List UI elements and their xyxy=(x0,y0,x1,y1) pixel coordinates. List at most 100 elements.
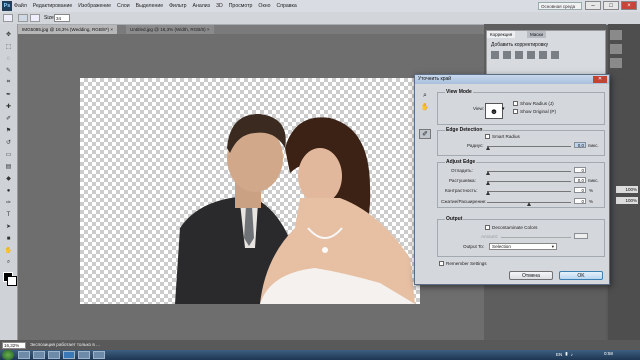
network-icon[interactable]: ▮ xyxy=(565,351,567,357)
refine-radius-brush-icon[interactable]: ✐ xyxy=(419,129,431,139)
panel-collapse-button[interactable] xyxy=(610,30,622,40)
panel-button[interactable] xyxy=(610,44,622,54)
pen-tool-icon[interactable]: ✑ xyxy=(3,198,14,207)
menu-edit[interactable]: Редактирование xyxy=(33,3,73,9)
panel-button[interactable] xyxy=(610,58,622,68)
move-tool-icon[interactable]: ✥ xyxy=(3,30,14,39)
eyedropper-tool-icon[interactable]: ✒ xyxy=(3,90,14,99)
vibrance-icon[interactable] xyxy=(539,51,547,59)
feather-slider-track[interactable] xyxy=(487,181,571,182)
view-mode-thumbnail[interactable]: ☻ xyxy=(485,103,503,119)
zoom-tool-icon[interactable]: ⌕ xyxy=(3,258,14,267)
show-original-checkbox[interactable] xyxy=(513,109,518,114)
radius-input[interactable]: 0,0 xyxy=(574,142,586,148)
document-tab[interactable]: Untitled.jpg @ 16,3% (Width, RGB/8) × xyxy=(126,25,214,34)
menu-image[interactable]: Изображение xyxy=(78,3,111,9)
healing-tool-icon[interactable]: ✚ xyxy=(3,102,14,111)
size-input[interactable]: 34 xyxy=(54,14,70,22)
photoshop-logo: Ps xyxy=(2,1,12,11)
ok-button[interactable]: OK xyxy=(559,271,603,280)
maximize-button[interactable]: □ xyxy=(603,1,619,10)
browser-taskbar-icon[interactable] xyxy=(33,351,45,359)
history-brush-tool-icon[interactable]: ↺ xyxy=(3,138,14,147)
decontaminate-checkbox[interactable] xyxy=(485,225,490,230)
tool-preset-button[interactable] xyxy=(3,14,13,22)
background-color-swatch[interactable] xyxy=(7,276,17,286)
hand-icon[interactable]: ✋ xyxy=(419,103,431,113)
explorer-taskbar-icon[interactable] xyxy=(18,351,30,359)
hand-tool-icon[interactable]: ✋ xyxy=(3,246,14,255)
contrast-slider-knob[interactable] xyxy=(486,191,490,195)
quick-select-tool-icon[interactable]: ✎ xyxy=(3,66,14,75)
contrast-input[interactable]: 0 xyxy=(574,187,586,193)
dialog-close-icon[interactable]: ✕ xyxy=(593,76,607,83)
curves-icon[interactable] xyxy=(515,51,523,59)
smooth-input[interactable]: 0 xyxy=(574,167,586,173)
menu-select[interactable]: Выделение xyxy=(136,3,164,9)
hue-icon[interactable] xyxy=(551,51,559,59)
remember-settings-label: Remember Settings xyxy=(446,261,487,266)
volume-icon[interactable]: ♪ xyxy=(571,352,573,357)
document-tab-active[interactable]: IMG5085.jpg @ 16,3% (Wedding, RGB/8*) × xyxy=(18,25,118,34)
opacity-field[interactable]: 100% xyxy=(616,186,638,193)
smooth-slider-track[interactable] xyxy=(487,171,571,172)
path-select-tool-icon[interactable]: ➤ xyxy=(3,222,14,231)
toolbox: ✥ ⬚ ◌ ✎ ⌗ ✒ ✚ ✐ ⚑ ↺ ▭ ▤ ◆ ● ✑ T ➤ ■ ✋ ⌕ xyxy=(0,24,18,340)
zoom-level-field[interactable]: 16,32% xyxy=(2,342,26,349)
tab-adjustments[interactable]: Коррекция xyxy=(487,31,516,38)
eraser-tool-icon[interactable]: ▭ xyxy=(3,150,14,159)
zoom-icon[interactable]: ⌕ xyxy=(419,91,431,101)
contrast-slider-track[interactable] xyxy=(487,191,571,192)
menu-help[interactable]: Справка xyxy=(276,3,296,9)
dodge-tool-icon[interactable]: ● xyxy=(3,186,14,195)
close-button[interactable]: × xyxy=(621,1,637,10)
gradient-tool-icon[interactable]: ▤ xyxy=(3,162,14,171)
document-image[interactable] xyxy=(80,78,420,304)
show-radius-checkbox[interactable] xyxy=(513,101,518,106)
menu-view[interactable]: Просмотр xyxy=(229,3,253,9)
shift-edge-input[interactable]: 0 xyxy=(574,198,586,204)
app-taskbar-icon[interactable] xyxy=(78,351,90,359)
radius-slider-track[interactable] xyxy=(487,146,571,147)
feather-input[interactable]: 0,0 xyxy=(574,177,586,183)
brightness-icon[interactable] xyxy=(491,51,499,59)
brush-tool-icon[interactable]: ✐ xyxy=(3,114,14,123)
smart-radius-checkbox[interactable] xyxy=(485,134,490,139)
chevron-down-icon[interactable]: ▾ xyxy=(502,106,506,112)
media-taskbar-icon[interactable] xyxy=(48,351,60,359)
language-indicator[interactable]: EN xyxy=(556,352,562,357)
radius-slider-knob[interactable] xyxy=(486,146,490,150)
app-taskbar-icon[interactable] xyxy=(93,351,105,359)
brush-mode-button[interactable] xyxy=(18,14,28,22)
levels-icon[interactable] xyxy=(503,51,511,59)
menu-file[interactable]: Файл xyxy=(14,3,27,9)
fill-field[interactable]: 100% xyxy=(616,197,638,204)
workspace-switcher[interactable]: Основная среда xyxy=(538,2,582,10)
photoshop-taskbar-icon[interactable] xyxy=(63,351,75,359)
marquee-tool-icon[interactable]: ⬚ xyxy=(3,42,14,51)
menu-analysis[interactable]: Анализ xyxy=(193,3,211,9)
cancel-button[interactable]: Отмена xyxy=(509,271,553,280)
brush-mode-button-alt[interactable] xyxy=(30,14,40,22)
shift-edge-slider-knob[interactable] xyxy=(527,202,531,206)
smooth-slider-knob[interactable] xyxy=(486,171,490,175)
menu-layers[interactable]: Слои xyxy=(117,3,130,9)
minimize-button[interactable]: – xyxy=(585,1,601,10)
menu-3d[interactable]: 3D xyxy=(216,3,223,9)
output-to-select[interactable]: Selection ▾ xyxy=(489,243,557,250)
shape-tool-icon[interactable]: ■ xyxy=(3,234,14,243)
crop-tool-icon[interactable]: ⌗ xyxy=(3,78,14,87)
lasso-tool-icon[interactable]: ◌ xyxy=(3,54,14,63)
tab-masks[interactable]: Маски xyxy=(527,31,547,38)
clock[interactable]: 0:58 xyxy=(604,351,613,356)
remember-settings-checkbox[interactable] xyxy=(439,261,444,266)
exposure-icon[interactable] xyxy=(527,51,535,59)
menu-filter[interactable]: Фильтр xyxy=(169,3,186,9)
start-button[interactable] xyxy=(2,350,14,360)
menu-window[interactable]: Окно xyxy=(258,3,270,9)
stamp-tool-icon[interactable]: ⚑ xyxy=(3,126,14,135)
couple-photo xyxy=(175,113,415,304)
feather-slider-knob[interactable] xyxy=(486,181,490,185)
type-tool-icon[interactable]: T xyxy=(3,210,14,219)
blur-tool-icon[interactable]: ◆ xyxy=(3,174,14,183)
